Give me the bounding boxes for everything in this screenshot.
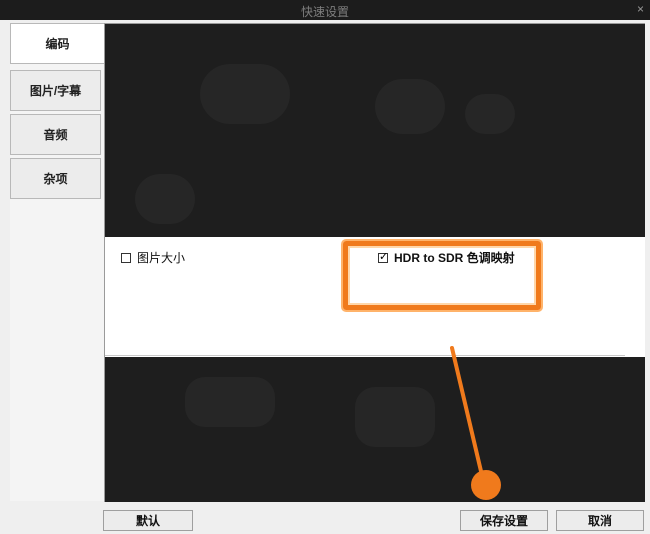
title-bar: 快速设置 ×	[0, 0, 650, 20]
save-button-label: 保存设置	[479, 514, 528, 528]
blurred-region-bottom	[105, 357, 645, 502]
default-button[interactable]: 默认	[103, 510, 193, 531]
divider	[105, 355, 625, 356]
image-size-label: 图片大小	[137, 251, 186, 265]
image-size-option[interactable]: 图片大小	[121, 249, 185, 266]
default-button-label: 默认	[135, 514, 160, 528]
tab-audio[interactable]: 音频	[10, 114, 101, 155]
sidebar: 编码 图片/字幕 音频 杂项	[10, 23, 104, 501]
settings-window: 编码 图片/字幕 音频 杂项 图片大小 HDR to SDR 色调映射	[0, 20, 650, 534]
highlight-box	[343, 241, 541, 310]
cancel-button-label: 取消	[587, 514, 612, 528]
tab-label: 编码	[45, 37, 70, 51]
tab-label: 图片/字幕	[29, 84, 82, 98]
tab-image-subtitle[interactable]: 图片/字幕	[10, 70, 101, 111]
image-size-checkbox[interactable]	[121, 252, 131, 263]
blurred-region-top	[105, 24, 645, 237]
cancel-button[interactable]: 取消	[556, 510, 644, 531]
tab-label: 杂项	[43, 172, 68, 186]
tab-label: 音频	[43, 128, 68, 142]
close-icon[interactable]: ×	[637, 2, 644, 16]
footer-bar: 默认 保存设置 取消	[0, 507, 650, 534]
window-title: 快速设置	[300, 5, 349, 19]
tab-misc[interactable]: 杂项	[10, 158, 101, 199]
tab-encoding[interactable]: 编码	[10, 23, 104, 64]
save-settings-button[interactable]: 保存设置	[460, 510, 548, 531]
